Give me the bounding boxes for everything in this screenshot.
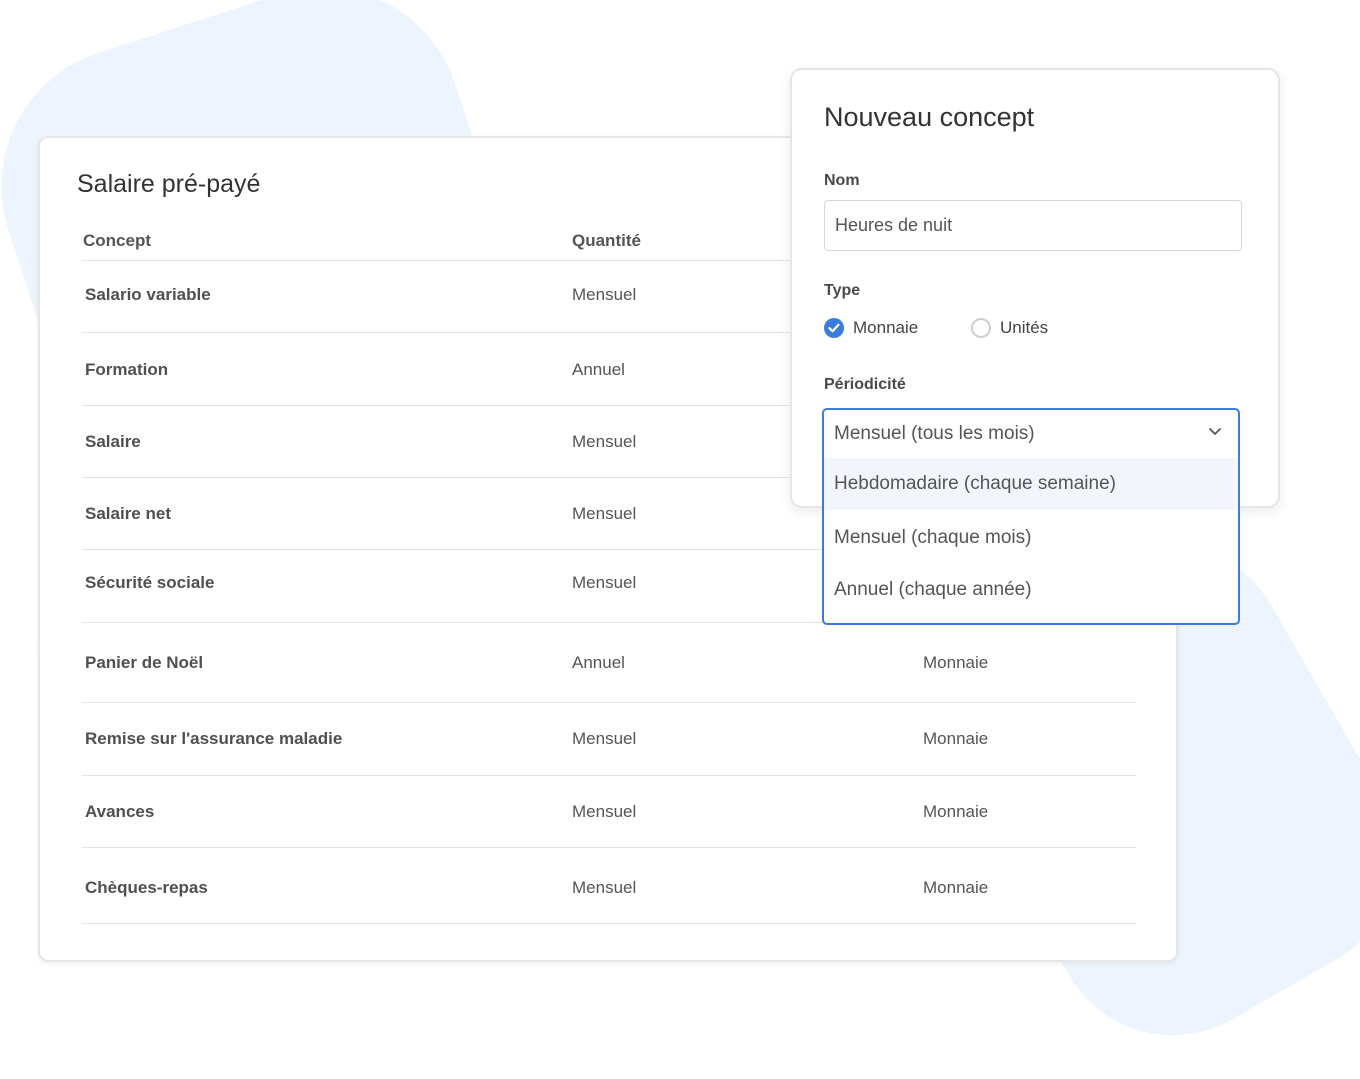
name-input[interactable] [824, 200, 1242, 251]
column-header-quantity[interactable]: Quantité [572, 231, 641, 251]
radio-unites[interactable]: Unités [971, 318, 1048, 338]
row-concept: Salaire net [85, 504, 171, 523]
row-concept: Salario variable [85, 285, 211, 304]
row-quantity: Annuel [572, 360, 625, 379]
dialog-title: Nouveau concept [824, 102, 1035, 132]
table-row[interactable]: Panier de Noël Annuel Monnaie [82, 623, 1136, 703]
row-concept: Chèques-repas [85, 878, 208, 897]
row-concept: Sécurité sociale [85, 573, 215, 592]
row-type: Monnaie [923, 729, 989, 748]
radio-monnaie[interactable]: Monnaie [824, 318, 918, 338]
row-concept: Remise sur l'assurance maladie [85, 729, 343, 748]
row-type: Monnaie [923, 878, 989, 897]
selected-value-text: Mensuel (tous les mois) [834, 423, 1035, 444]
table-row[interactable]: Avances Mensuel Monnaie [82, 776, 1136, 848]
row-concept: Panier de Noël [85, 653, 204, 672]
row-quantity: Mensuel [572, 802, 637, 821]
table-row[interactable]: Remise sur l'assurance maladie Mensuel M… [82, 703, 1136, 776]
row-concept: Formation [85, 360, 169, 379]
type-label: Type [824, 282, 861, 299]
table-row[interactable]: Chèques-repas Mensuel Monnaie [82, 848, 1136, 924]
radio-label: Monnaie [853, 318, 919, 337]
column-header-concept[interactable]: Concept [83, 231, 151, 251]
row-quantity: Mensuel [572, 432, 637, 451]
dropdown-option-yearly[interactable]: Annuel (chaque année) [824, 564, 1238, 616]
row-concept: Salaire [85, 432, 141, 451]
row-quantity: Mensuel [572, 878, 637, 897]
row-divider [82, 923, 1136, 924]
card-title: Salaire pré-payé [77, 170, 261, 198]
radio-label: Unités [1000, 318, 1049, 337]
row-quantity: Mensuel [572, 573, 637, 592]
name-label: Nom [824, 172, 860, 189]
periodicity-select[interactable]: Mensuel (tous les mois) Hebdomadaire (ch… [822, 408, 1240, 625]
radio-unchecked-icon[interactable] [971, 318, 991, 338]
chevron-down-icon[interactable] [1208, 424, 1222, 438]
row-quantity: Annuel [572, 653, 625, 672]
periodicity-label: Périodicité [824, 376, 906, 393]
periodicity-selected-value[interactable]: Mensuel (tous les mois) [824, 410, 1238, 458]
row-quantity: Mensuel [572, 285, 637, 304]
row-quantity: Mensuel [572, 504, 637, 523]
dropdown-option-monthly[interactable]: Mensuel (chaque mois) [824, 512, 1238, 564]
row-concept: Avances [85, 802, 155, 821]
row-type: Monnaie [923, 802, 989, 821]
check-icon[interactable] [824, 318, 844, 338]
dropdown-option-weekly[interactable]: Hebdomadaire (chaque semaine) [824, 458, 1238, 510]
row-quantity: Mensuel [572, 729, 637, 748]
row-type: Monnaie [923, 653, 989, 672]
